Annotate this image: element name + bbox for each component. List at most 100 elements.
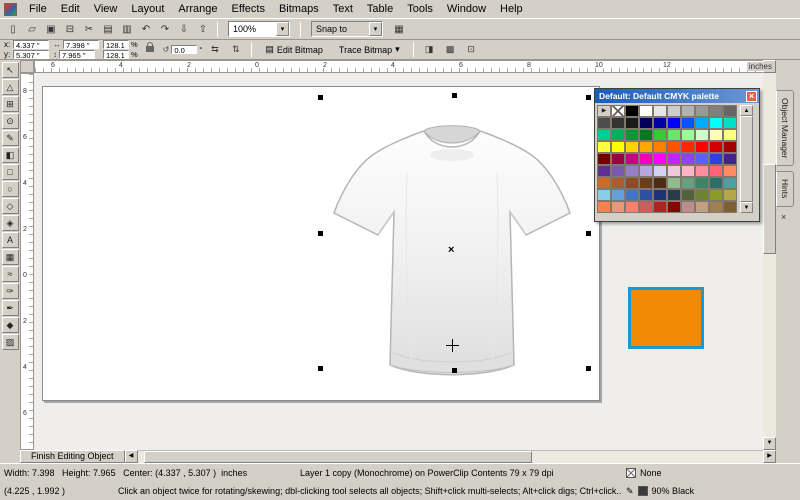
scroll-down-icon[interactable]: ▼ <box>763 437 776 450</box>
color-swatch[interactable] <box>709 201 723 213</box>
color-swatch[interactable] <box>681 177 695 189</box>
docker-tab-hints[interactable]: Hints <box>776 171 794 206</box>
menu-table[interactable]: Table <box>360 1 400 17</box>
color-swatch[interactable] <box>695 141 709 153</box>
color-swatch[interactable] <box>625 177 639 189</box>
color-swatch[interactable] <box>639 165 653 177</box>
color-swatch[interactable] <box>653 177 667 189</box>
horizontal-scrollbar[interactable] <box>138 450 763 463</box>
menu-help[interactable]: Help <box>493 1 530 17</box>
eyedropper-tool[interactable]: ✑ <box>2 283 19 299</box>
color-swatch[interactable] <box>709 105 723 117</box>
vertical-scrollbar[interactable]: ▲ ▼ <box>763 60 776 450</box>
color-swatch[interactable] <box>625 105 639 117</box>
y-position-field[interactable]: 5.307 " <box>13 50 49 59</box>
color-swatch[interactable] <box>681 105 695 117</box>
paste-icon[interactable]: ▥ <box>118 21 136 38</box>
menu-bitmaps[interactable]: Bitmaps <box>272 1 326 17</box>
color-swatch[interactable] <box>625 117 639 129</box>
chevron-down-icon[interactable]: ▾ <box>369 22 382 36</box>
color-swatch[interactable] <box>611 117 625 129</box>
color-swatch[interactable] <box>681 129 695 141</box>
color-swatch[interactable] <box>611 189 625 201</box>
interactive-fill-tool[interactable]: ▨ <box>2 334 19 350</box>
scale-x-field[interactable]: 128.1 <box>103 40 129 49</box>
color-swatch[interactable] <box>681 165 695 177</box>
scale-y-field[interactable]: 128.1 <box>103 50 129 59</box>
palette-titlebar[interactable]: Default: Default CMYK palette × <box>595 89 759 103</box>
options-icon[interactable]: ▦ <box>390 21 408 38</box>
color-swatch[interactable] <box>723 201 737 213</box>
color-swatch[interactable] <box>681 141 695 153</box>
edit-bitmap-button[interactable]: ▤ Edit Bitmap <box>259 41 329 58</box>
color-swatch[interactable] <box>709 177 723 189</box>
selection-center-marker[interactable]: × <box>448 245 454 256</box>
text-tool[interactable]: A <box>2 232 19 248</box>
zoom-level-combo[interactable]: 100% ▾ <box>228 21 290 37</box>
redo-icon[interactable]: ↷ <box>156 21 174 38</box>
image-adjustment-icon[interactable]: ◨ <box>421 41 438 58</box>
bitmap-mask-icon[interactable]: ▩ <box>442 41 459 58</box>
palette-scrollbar[interactable]: ▲ ▼ <box>740 105 753 213</box>
color-swatch[interactable] <box>723 129 737 141</box>
horizontal-ruler[interactable]: inches 642024681012 <box>34 60 776 73</box>
color-swatch[interactable] <box>597 177 611 189</box>
snap-to-combo[interactable]: Snap to ▾ <box>311 21 383 37</box>
vertical-ruler[interactable]: 86420246 <box>20 73 34 450</box>
object-width-field[interactable]: 7.398 " <box>63 40 99 49</box>
color-swatch[interactable] <box>695 201 709 213</box>
cut-icon[interactable]: ✂ <box>80 21 98 38</box>
new-document-icon[interactable]: ▯ <box>4 21 22 38</box>
rotation-angle-field[interactable]: 0.0 <box>171 45 197 54</box>
color-swatch[interactable] <box>611 141 625 153</box>
menu-tools[interactable]: Tools <box>400 1 440 17</box>
color-swatch[interactable] <box>611 153 625 165</box>
finish-editing-object-button[interactable]: Finish Editing Object <box>20 450 125 463</box>
color-swatch[interactable] <box>681 117 695 129</box>
color-swatch[interactable] <box>695 129 709 141</box>
scroll-right-icon[interactable]: ▶ <box>763 450 776 463</box>
color-swatch[interactable] <box>653 105 667 117</box>
color-swatch[interactable] <box>597 129 611 141</box>
open-icon[interactable]: ▱ <box>23 21 41 38</box>
color-swatch[interactable] <box>695 105 709 117</box>
color-swatch[interactable] <box>625 153 639 165</box>
selection-handle[interactable] <box>586 231 591 236</box>
menu-view[interactable]: View <box>87 1 125 17</box>
mirror-vertical-button[interactable]: ⇅ <box>227 41 244 58</box>
color-swatch[interactable] <box>653 153 667 165</box>
color-swatch[interactable] <box>695 165 709 177</box>
color-swatch[interactable] <box>695 153 709 165</box>
color-swatch[interactable] <box>639 177 653 189</box>
scroll-down-icon[interactable]: ▼ <box>740 202 753 213</box>
selection-handle[interactable] <box>318 231 323 236</box>
outline-tool[interactable]: ✒ <box>2 300 19 316</box>
pick-tool[interactable]: ↖ <box>2 62 19 78</box>
color-swatch[interactable] <box>639 201 653 213</box>
no-color-swatch[interactable] <box>611 105 625 117</box>
color-swatch[interactable] <box>709 189 723 201</box>
color-swatch[interactable] <box>695 189 709 201</box>
color-swatch[interactable] <box>709 165 723 177</box>
color-swatch[interactable] <box>709 141 723 153</box>
trace-bitmap-button[interactable]: Trace Bitmap ▾ <box>333 41 406 58</box>
color-swatch[interactable] <box>723 141 737 153</box>
color-swatch[interactable] <box>597 165 611 177</box>
color-swatch[interactable] <box>625 141 639 153</box>
color-swatch[interactable] <box>625 201 639 213</box>
close-icon[interactable]: × <box>781 212 786 222</box>
color-swatch[interactable] <box>695 177 709 189</box>
freehand-tool[interactable]: ✎ <box>2 130 19 146</box>
selection-handle[interactable] <box>586 366 591 371</box>
color-swatch[interactable] <box>723 189 737 201</box>
color-swatch[interactable] <box>667 177 681 189</box>
x-position-field[interactable]: 4.337 " <box>13 40 49 49</box>
color-swatch[interactable] <box>667 165 681 177</box>
menu-layout[interactable]: Layout <box>124 1 171 17</box>
docker-tab-object-manager[interactable]: Object Manager <box>776 90 794 166</box>
color-swatch[interactable] <box>639 105 653 117</box>
color-swatch[interactable] <box>709 129 723 141</box>
color-swatch[interactable] <box>597 117 611 129</box>
lock-ratio-button[interactable] <box>142 41 159 58</box>
color-swatch[interactable] <box>723 165 737 177</box>
